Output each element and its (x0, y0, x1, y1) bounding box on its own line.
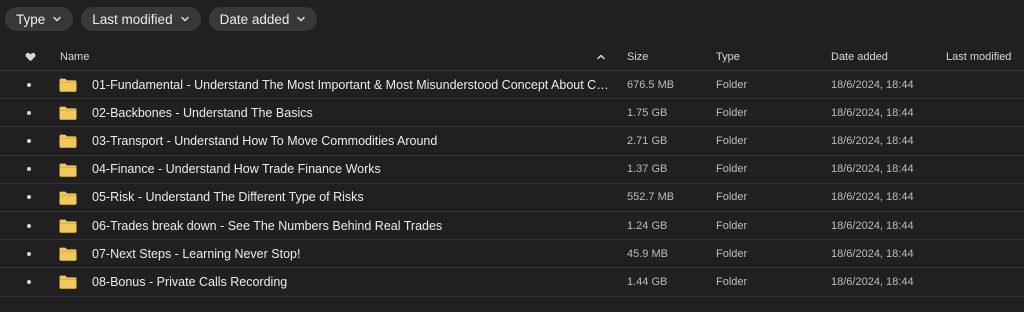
last-modified-filter-label: Last modified (92, 11, 173, 27)
row-date-added: 18/6/2024, 18:44 (831, 78, 914, 91)
chevron-down-icon (297, 16, 306, 22)
row-last-modified (946, 184, 1024, 211)
row-date-added: 18/6/2024, 18:44 (831, 106, 914, 119)
row-bullet (19, 99, 39, 126)
date-added-filter-label: Date added (219, 11, 290, 27)
type-filter-label: Type (16, 11, 46, 27)
row-size: 1.44 GB (627, 275, 668, 288)
bullet-icon (27, 110, 31, 115)
bullet-icon (27, 279, 31, 284)
bullet-icon (27, 195, 31, 200)
bullet-icon (27, 251, 31, 256)
row-size: 1.24 GB (627, 219, 668, 232)
row-last-modified (946, 127, 1024, 154)
folder-icon (59, 163, 77, 177)
row-size: 552.7 MB (627, 191, 675, 204)
row-type: Folder (716, 78, 748, 91)
row-name: 04-Finance - Understand How Trade Financ… (92, 162, 381, 177)
table-row[interactable]: 08-Bonus - Private Calls Recording 1.44 … (0, 268, 1024, 297)
table-row[interactable]: 07-Next Steps - Learning Never Stop! 45.… (0, 240, 1024, 269)
row-bullet (19, 268, 39, 295)
folder-icon (59, 275, 77, 290)
row-bullet (19, 156, 39, 183)
bullet-icon (27, 223, 31, 228)
row-date-added: 18/6/2024, 18:44 (831, 134, 914, 147)
name-column-header[interactable]: Name (60, 43, 610, 70)
row-date-added: 18/6/2024, 18:44 (831, 191, 914, 204)
row-type: Folder (716, 219, 748, 232)
folder-icon (59, 191, 77, 205)
row-name: 03-Transport - Understand How To Move Co… (92, 133, 438, 148)
row-last-modified (946, 212, 1024, 239)
row-date-added: 18/6/2024, 18:44 (831, 163, 914, 176)
row-type: Folder (716, 163, 748, 176)
row-size: 1.37 GB (627, 163, 668, 176)
bullet-icon (27, 167, 31, 172)
row-name: 02-Backbones - Understand The Basics (92, 105, 313, 120)
row-date-added: 18/6/2024, 18:44 (831, 275, 914, 288)
type-filter-button[interactable]: Type (5, 7, 74, 31)
last-modified-filter-button[interactable]: Last modified (81, 7, 201, 31)
folder-icon (59, 219, 77, 233)
row-last-modified (946, 71, 1024, 98)
table-row[interactable]: 01-Fundamental - Understand The Most Imp… (0, 71, 1024, 100)
filter-bar: Type Last modified Date added (5, 7, 318, 31)
row-name: 01-Fundamental - Understand The Most Imp… (92, 77, 612, 92)
chevron-up-icon (597, 54, 605, 59)
row-last-modified (946, 156, 1024, 183)
row-type: Folder (716, 275, 748, 288)
row-bullet (19, 212, 39, 239)
row-bullet (19, 71, 39, 98)
bullet-icon (27, 82, 31, 87)
type-column-header[interactable]: Type (716, 43, 816, 70)
sort-ascending-button[interactable] (593, 43, 609, 70)
date-added-filter-button[interactable]: Date added (208, 7, 318, 31)
row-name: 06-Trades break down - See The Numbers B… (92, 218, 443, 233)
bullet-icon (27, 138, 31, 143)
row-date-added: 18/6/2024, 18:44 (831, 247, 914, 260)
name-column-label: Name (60, 50, 90, 63)
row-date-added: 18/6/2024, 18:44 (831, 219, 914, 232)
table-row[interactable]: 05-Risk - Understand The Different Type … (0, 184, 1024, 212)
type-column-label: Type (716, 50, 740, 63)
row-size: 676.5 MB (627, 78, 675, 91)
last-modified-column-header[interactable]: Last modified (946, 43, 1024, 70)
chevron-down-icon (53, 16, 62, 22)
table-row[interactable]: 06-Trades break down - See The Numbers B… (0, 212, 1024, 241)
folder-icon (59, 78, 77, 92)
table-row[interactable]: 02-Backbones - Understand The Basics 1.7… (0, 99, 1024, 128)
row-name: 08-Bonus - Private Calls Recording (92, 274, 288, 289)
row-type: Folder (716, 191, 748, 204)
row-size: 1.75 GB (627, 106, 668, 119)
file-browser: Type Last modified Date added Name Size … (0, 0, 1024, 312)
chevron-down-icon (180, 16, 189, 22)
size-column-label: Size (627, 50, 649, 63)
table-row[interactable]: 04-Finance - Understand How Trade Financ… (0, 156, 1024, 184)
row-last-modified (946, 240, 1024, 267)
row-name: 07-Next Steps - Learning Never Stop! (92, 246, 301, 261)
favorite-column-header[interactable] (20, 43, 40, 70)
heart-icon (25, 52, 35, 61)
row-bullet (19, 184, 39, 211)
row-type: Folder (716, 247, 748, 260)
row-size: 2.71 GB (627, 134, 668, 147)
row-size: 45.9 MB (627, 247, 668, 260)
folder-icon (59, 106, 77, 120)
row-type: Folder (716, 106, 748, 119)
row-bullet (19, 127, 39, 154)
date-added-column-label: Date added (831, 50, 888, 63)
row-name: 05-Risk - Understand The Different Type … (92, 190, 364, 205)
table-header: Name Size Type Date added Last modified (0, 43, 1024, 71)
file-list: 01-Fundamental - Understand The Most Imp… (0, 71, 1024, 297)
size-column-header[interactable]: Size (627, 43, 707, 70)
row-last-modified (946, 99, 1024, 126)
last-modified-column-label: Last modified (946, 50, 1012, 63)
row-type: Folder (716, 134, 748, 147)
folder-icon (59, 247, 77, 261)
table-row[interactable]: 03-Transport - Understand How To Move Co… (0, 127, 1024, 156)
folder-icon (59, 134, 77, 149)
row-bullet (19, 240, 39, 267)
date-added-column-header[interactable]: Date added (831, 43, 941, 70)
row-last-modified (946, 268, 1024, 295)
